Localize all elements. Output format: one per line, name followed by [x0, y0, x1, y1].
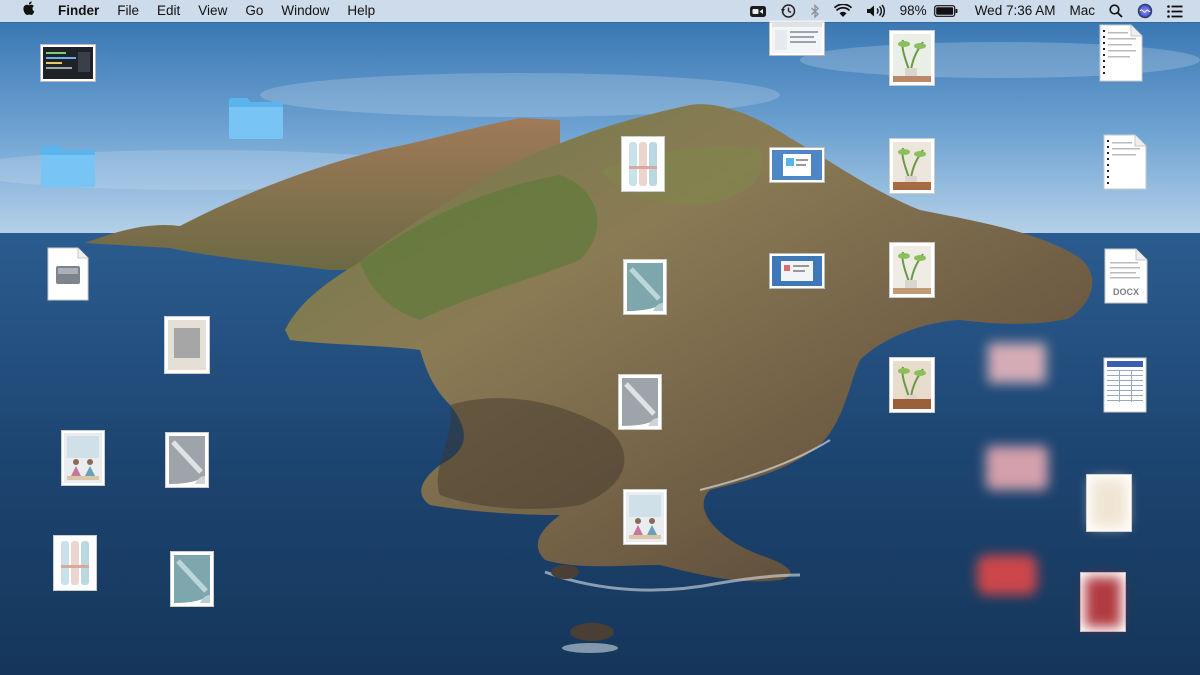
desktop-icon-screenshot-window-1[interactable]: ​ — [742, 20, 852, 76]
wifi-icon[interactable] — [827, 4, 859, 18]
desktop-icon-disk-image[interactable]: ​ — [13, 246, 123, 322]
desktop-icon-docx-document[interactable]: DOCX ​ — [1071, 248, 1181, 324]
volume-icon[interactable] — [859, 4, 893, 18]
plant-photo-thumbnail-icon — [889, 30, 935, 86]
screenshot-thumbnail-icon — [769, 147, 825, 183]
plant-photo-thumbnail-icon — [889, 138, 935, 194]
desktop-icon-spreadsheet[interactable]: ​ — [1070, 357, 1180, 433]
spotlight-icon[interactable] — [1102, 4, 1130, 18]
text-document-icon — [1099, 24, 1143, 82]
apple-menu[interactable] — [12, 0, 44, 23]
menu-window[interactable]: Window — [272, 0, 338, 22]
gray-photo-thumbnail-icon — [164, 316, 210, 374]
menu-bar: Finder File Edit View Go Window Help 98%… — [0, 0, 1200, 22]
desktop-icon-screenshot-dark[interactable]: ​ — [13, 44, 123, 102]
desktop-icon-gray-photo[interactable]: ​ — [132, 316, 242, 394]
desktop-icon-folder-middle[interactable]: ​ — [201, 95, 311, 161]
yoga-photo-thumbnail-icon — [623, 489, 667, 545]
desktop-icon-towels-photo-2[interactable]: ​ — [588, 136, 698, 212]
desktop-icon-plant-photo-3[interactable]: ​ — [857, 242, 967, 318]
menu-edit[interactable]: Edit — [148, 0, 189, 22]
disk-image-document-icon — [47, 247, 89, 301]
beige-image-thumbnail-icon — [1086, 474, 1132, 532]
menu-view[interactable]: View — [189, 0, 236, 22]
towels-photo-thumbnail-icon — [621, 136, 665, 192]
facetime-icon[interactable] — [743, 4, 773, 18]
pink-image-thumbnail-icon — [986, 446, 1048, 490]
desktop-icon-folder-left[interactable]: ​ — [13, 143, 123, 209]
folder-icon — [229, 98, 283, 139]
battery-percent[interactable]: 98% — [893, 0, 934, 22]
screenshot-thumbnail-icon — [769, 253, 825, 289]
red-image-thumbnail-icon — [977, 555, 1037, 595]
word-document-icon: DOCX — [1104, 248, 1148, 304]
pink-image-thumbnail-icon — [988, 343, 1046, 383]
menu-help[interactable]: Help — [338, 0, 384, 22]
red-rug-image-thumbnail-icon — [1080, 572, 1126, 632]
desktop-icon-plant-photo-1[interactable]: ​ — [857, 30, 967, 106]
desktop-icon-beige-image[interactable]: ​ — [1054, 474, 1164, 552]
silver-sheet-thumbnail-icon — [165, 432, 209, 488]
app-menu-finder[interactable]: Finder — [44, 0, 108, 22]
text-document-icon — [1103, 134, 1147, 190]
menu-go[interactable]: Go — [236, 0, 272, 22]
desktop-icon-yoga-photo-2[interactable]: ​ — [590, 489, 700, 565]
desktop-icon-plant-photo-4[interactable]: ​ — [857, 357, 967, 433]
desktop-icon-text-document-2[interactable]: ​ — [1070, 134, 1180, 210]
desktop-icon-teal-sheet-2[interactable]: ​ — [590, 259, 700, 335]
bluetooth-icon[interactable] — [803, 3, 827, 19]
siri-icon[interactable] — [1130, 3, 1160, 19]
desktop-icon-silver-sheet-2[interactable]: ​ — [585, 374, 695, 450]
spreadsheet-document-icon — [1103, 357, 1147, 413]
screenshot-thumbnail-icon — [769, 20, 825, 56]
notification-center-icon[interactable] — [1160, 4, 1190, 18]
teal-sheet-thumbnail-icon — [623, 259, 667, 315]
folder-icon — [41, 146, 95, 187]
desktop-icon-screenshot-window-2[interactable]: ​ — [742, 147, 852, 203]
time-machine-icon[interactable] — [773, 3, 803, 19]
desktop-icon-red-image[interactable]: ​ — [952, 555, 1062, 615]
towels-photo-thumbnail-icon — [53, 535, 97, 591]
desktop-icon-red-rug-image[interactable]: ​ — [1048, 572, 1158, 652]
desktop-icon-yoga-photo-1[interactable]: ​ — [28, 430, 138, 506]
desktop-icon-text-document-1[interactable]: ​ — [1066, 24, 1176, 102]
menu-file[interactable]: File — [108, 0, 148, 22]
desktop-icon-teal-sheet-1[interactable]: ​ — [137, 551, 247, 627]
silver-sheet-thumbnail-icon — [618, 374, 662, 430]
desktop-icon-towels-photo-1[interactable]: ​ — [20, 535, 130, 611]
desktop-icon-plant-photo-2[interactable]: ​ — [857, 138, 967, 214]
clock[interactable]: Wed 7:36 AM — [965, 0, 1063, 22]
user-menu[interactable]: Mac — [1062, 0, 1102, 22]
desktop-icon-pink-image-1[interactable]: ​ — [962, 343, 1072, 403]
apple-logo-icon — [23, 0, 35, 15]
plant-photo-thumbnail-icon — [889, 357, 935, 413]
screenshot-thumbnail-icon — [40, 44, 96, 82]
desktop-icon-screenshot-window-3[interactable]: ​ — [742, 253, 852, 309]
yoga-photo-thumbnail-icon — [61, 430, 105, 486]
teal-sheet-thumbnail-icon — [170, 551, 214, 607]
battery-icon[interactable] — [933, 5, 965, 17]
plant-photo-thumbnail-icon — [889, 242, 935, 298]
docx-type-label: DOCX — [1113, 287, 1139, 297]
desktop-icon-silver-sheet-1[interactable]: ​ — [132, 432, 242, 508]
battery-level-fill — [935, 7, 953, 15]
